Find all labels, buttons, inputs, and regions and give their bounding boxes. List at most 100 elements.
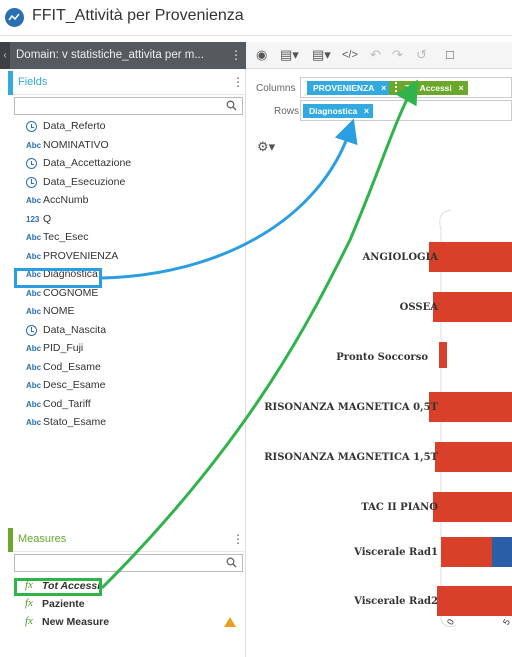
remove-icon[interactable]: ×: [381, 81, 386, 95]
category-label: RISONANZA MAGNETICA 0,5T: [264, 402, 438, 413]
window-title: FFIT_Attività per Provenienza: [32, 7, 244, 24]
measure-item-paziente[interactable]: fx Paziente: [14, 597, 244, 615]
bar-viscerale-rad1-secondary: [492, 537, 512, 567]
date-clock-icon: [26, 324, 37, 336]
field-item-stato-esame[interactable]: Abc Stato_Esame: [14, 415, 244, 433]
redo-icon[interactable]: ↷: [392, 47, 403, 63]
category-label: Viscerale Rad1: [354, 547, 438, 558]
field-item-data-accettazione[interactable]: Data_Accettazione: [14, 156, 244, 174]
category-label: ANGIOLOGIA: [362, 252, 438, 263]
measures-menu-icon[interactable]: ⋮: [232, 532, 244, 546]
drag-handle-icon[interactable]: [395, 82, 401, 92]
reset-icon[interactable]: ↺: [416, 47, 427, 63]
fields-header: Fields ⋮: [8, 71, 246, 95]
field-item-accnumb[interactable]: Abc AccNumb: [14, 193, 244, 211]
toolbar: ◉ ▤▾ ▤▾ </> ↶ ↷ ↺ □: [246, 42, 512, 69]
category-label: RISONANZA MAGNETICA 1,5T: [264, 452, 438, 463]
field-item-cognome[interactable]: Abc COGNOME: [14, 286, 244, 304]
text-type-icon: Abc: [26, 344, 42, 353]
field-item-cod-tariff[interactable]: Abc Cod_Tariff: [14, 397, 244, 415]
preview-eye-icon[interactable]: ◉: [256, 47, 267, 63]
warning-icon: [224, 617, 236, 627]
text-type-icon: Abc: [26, 233, 42, 242]
field-label: COGNOME: [43, 286, 99, 299]
search-icon[interactable]: [226, 557, 237, 571]
diagnostica-highlight: [14, 268, 102, 288]
columns-label: Columns: [256, 83, 296, 94]
field-label: Data_Esecuzione: [43, 175, 126, 188]
fields-accent-bar: [8, 71, 13, 95]
text-type-icon: Abc: [26, 251, 42, 261]
field-label: Desc_Esame: [43, 379, 106, 391]
domain-menu-icon[interactable]: ⋮: [230, 48, 242, 62]
category-label: OSSEA: [399, 302, 438, 313]
pill-label: Diagnostica: [309, 106, 358, 116]
field-item-desc-esame[interactable]: Abc Desc_Esame: [14, 378, 244, 396]
measure-label: Paziente: [42, 598, 85, 610]
field-label: Tec_Esec: [43, 231, 89, 243]
date-clock-icon: [26, 176, 37, 188]
text-type-icon: Abc: [26, 307, 42, 316]
field-label: Data_Nascita: [43, 323, 107, 336]
date-clock-icon: [26, 158, 37, 169]
title-bar: FFIT_Attività per Provenienza: [0, 0, 512, 36]
pill-diagnostica[interactable]: Diagnostica ×: [303, 104, 374, 118]
pill-label: Tot Accessi: [405, 83, 452, 93]
field-item-nome[interactable]: Abc NOME: [14, 304, 244, 322]
field-item-pid-fuji[interactable]: Abc PID_Fuji: [14, 341, 244, 359]
measures-search-input[interactable]: [15, 555, 215, 571]
measures-header: Measures ⋮: [8, 528, 246, 552]
text-type-icon: Abc: [26, 196, 42, 205]
rows-shelf[interactable]: Diagnostica ×: [300, 100, 512, 121]
pivot-icon[interactable]: □: [446, 47, 454, 62]
tot-accessi-highlight: [14, 578, 102, 596]
category-label: TAC II PIANO: [361, 502, 438, 513]
fields-search-box: [14, 97, 243, 115]
field-item-nominativo[interactable]: Abc NOMINATIVO: [14, 138, 244, 156]
field-item-tec-esec[interactable]: Abc Tec_Esec: [14, 230, 244, 248]
undo-icon[interactable]: ↶: [370, 47, 381, 63]
text-type-icon: Abc: [26, 418, 42, 427]
field-item-data-esecuzione[interactable]: Data_Esecuzione: [14, 175, 244, 193]
columns-shelf[interactable]: PROVENIENZA × Tot Accessi ×: [300, 77, 512, 98]
category-label: Pronto Soccorso: [336, 352, 428, 363]
fields-menu-icon[interactable]: ⋮: [232, 75, 244, 89]
measure-item-new-measure[interactable]: fx New Measure: [14, 615, 244, 633]
formula-icon: fx: [25, 615, 33, 627]
bar-angiologia: [429, 242, 512, 272]
fields-search-input[interactable]: [15, 98, 215, 114]
remove-icon[interactable]: ×: [459, 81, 464, 95]
field-item-q[interactable]: 123 Q: [14, 212, 244, 230]
field-label: Cod_Tariff: [43, 397, 91, 410]
rows-label: Rows: [274, 106, 300, 117]
field-label: Q: [43, 212, 52, 225]
field-label: NOMINATIVO: [43, 138, 109, 151]
date-clock-icon: [26, 121, 37, 132]
measures-search-box: [14, 554, 243, 572]
code-icon[interactable]: </>: [342, 49, 358, 61]
domain-bar[interactable]: ‹ Domain: v statistiche_attivita per m..…: [0, 42, 246, 69]
bar-tac-ii-piano: [433, 492, 512, 522]
app-chart-icon: [5, 8, 24, 27]
pill-provenienza[interactable]: PROVENIENZA ×: [307, 81, 391, 95]
export-icon[interactable]: ▤▾: [312, 47, 331, 63]
numeric-type-icon: 123: [26, 214, 40, 224]
domain-label: Domain: v statistiche_attivita per m...: [16, 49, 204, 61]
bar-risonanza-magnetica-0-5t: [429, 392, 512, 422]
collapse-panel-icon[interactable]: ‹: [0, 42, 10, 69]
field-item-data-referto[interactable]: Data_Referto: [14, 119, 244, 137]
category-label: Viscerale Rad2: [354, 596, 438, 607]
field-label: Cod_Esame: [43, 360, 101, 373]
fields-title: Fields: [18, 76, 48, 88]
remove-icon[interactable]: ×: [364, 104, 369, 118]
field-item-provenienza[interactable]: Abc PROVENIENZA: [14, 249, 244, 267]
formula-icon: fx: [25, 597, 33, 609]
field-item-cod-esame[interactable]: Abc Cod_Esame: [14, 360, 244, 378]
bar-risonanza-magnetica-1-5t: [435, 442, 512, 472]
field-item-data-nascita[interactable]: Data_Nascita: [14, 323, 244, 341]
pill-tot-accessi[interactable]: Tot Accessi ×: [389, 81, 468, 95]
left-panel: ‹ Domain: v statistiche_attivita per m..…: [0, 42, 246, 657]
search-icon[interactable]: [226, 100, 237, 114]
bar-viscerale-rad2: [437, 586, 512, 616]
save-icon[interactable]: ▤▾: [280, 47, 299, 63]
